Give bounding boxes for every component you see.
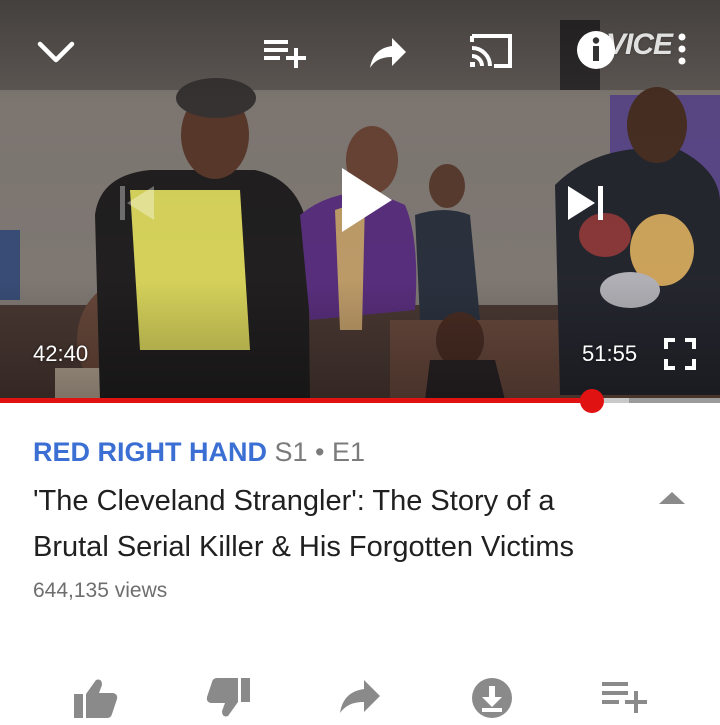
video-player[interactable]: VICE 42:40 51:55 [0,0,720,400]
current-time: 42:40 [33,341,89,366]
more-vert-icon[interactable] [676,32,688,68]
share-icon[interactable] [368,36,408,70]
chevron-down-icon[interactable] [36,36,76,66]
video-info: RED RIGHT HAND S1 • E1 'The Cleveland St… [33,435,633,603]
thumbs-down-icon[interactable] [204,676,252,725]
expand-description-button[interactable] [656,488,688,513]
thumbs-up-icon[interactable] [72,676,120,725]
fullscreen-icon[interactable] [664,338,696,370]
progress-bar[interactable] [0,389,720,413]
previous-icon[interactable] [118,184,158,222]
series-name-link[interactable]: RED RIGHT HAND [33,437,267,467]
info-icon[interactable] [576,30,616,70]
download-icon[interactable] [470,676,514,725]
play-icon[interactable] [338,164,396,236]
view-count: 644,135 views [33,579,168,602]
next-icon[interactable] [566,184,606,222]
video-duration: 51:55 [582,341,638,366]
action-bar [0,670,720,720]
progress-scrubber[interactable] [579,389,604,413]
episode-label: S1 • E1 [274,437,366,467]
played-bar [0,398,592,403]
share-icon[interactable] [338,676,382,721]
add-to-queue-icon[interactable] [264,36,308,70]
cast-icon[interactable] [468,32,516,72]
add-to-playlist-icon[interactable] [602,676,648,721]
series-line: RED RIGHT HAND S1 • E1 [33,435,633,469]
video-title[interactable]: 'The Cleveland Strangler': The Story of … [33,478,603,570]
